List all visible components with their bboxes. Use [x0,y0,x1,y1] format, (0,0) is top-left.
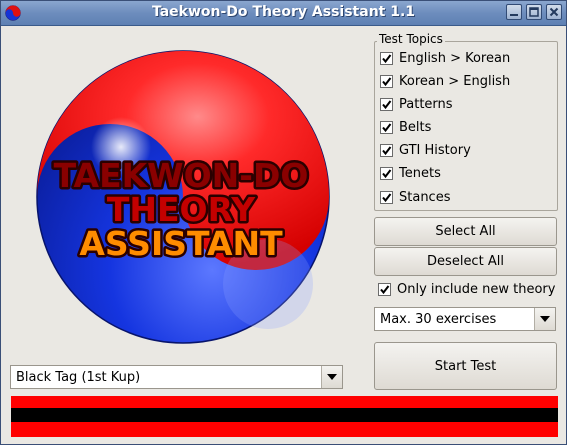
title-bar[interactable]: Taekwon-Do Theory Assistant 1.1 [1,1,566,26]
topic-checkbox-belts[interactable]: Belts [380,117,431,137]
belt-dropdown-button[interactable] [321,366,342,388]
check-icon [382,99,392,109]
topic-label: Stances [399,189,451,205]
topic-checkbox-korean-english[interactable]: Korean > English [380,71,510,91]
check-icon [382,53,392,63]
check-icon [382,145,392,155]
topic-checkbox-gti-history[interactable]: GTI History [380,140,471,160]
checkbox-box[interactable] [380,74,393,88]
select-all-button[interactable]: Select All [374,217,557,246]
check-icon [382,122,392,132]
checkbox-box[interactable] [380,120,393,134]
exercises-dropdown-button[interactable] [534,308,555,330]
belt-stripe-red-bottom [11,422,558,437]
checkbox-box[interactable] [380,166,393,180]
only-new-theory-label: Only include new theory [397,281,556,297]
exercises-value: Max. 30 exercises [380,312,497,327]
belt-value: Black Tag (1st Kup) [16,370,141,385]
minimize-icon [510,14,518,16]
check-icon [382,168,392,178]
belt-stripe-red-top [11,396,558,408]
chevron-down-icon [327,374,337,380]
topic-checkbox-patterns[interactable]: Patterns [380,94,453,114]
check-icon [380,284,390,294]
topic-checkbox-tenets[interactable]: Tenets [380,163,441,183]
minimize-button[interactable] [506,4,522,20]
app-logo: TAEKWON-DO THEORY ASSISTANT [36,50,330,344]
close-button[interactable] [546,4,562,20]
deselect-all-button[interactable]: Deselect All [374,247,557,276]
checkbox-box[interactable] [380,190,393,204]
logo-line-3: ASSISTANT [79,224,283,263]
topic-label: Patterns [399,96,453,112]
topic-checkbox-english-korean[interactable]: English > Korean [380,48,510,68]
topic-label: Tenets [399,165,441,181]
exercises-select[interactable]: Max. 30 exercises [374,307,556,331]
checkbox-box[interactable] [380,143,393,157]
check-icon [382,76,392,86]
maximize-button[interactable] [526,4,542,20]
test-topics-label: Test Topics [377,32,445,46]
belt-graphic [11,396,558,437]
topic-label: Korean > English [399,73,511,89]
topic-label: English > Korean [399,50,511,66]
belt-stripe-black [11,408,558,422]
main-window: Taekwon-Do Theory Assistant 1.1 TAEKWON-… [0,0,567,445]
close-icon [549,7,559,17]
check-icon [382,192,392,202]
checkbox-box[interactable] [380,51,393,65]
checkbox-box[interactable] [378,282,391,296]
belt-select[interactable]: Black Tag (1st Kup) [10,365,343,389]
topic-checkbox-stances[interactable]: Stances [380,187,450,207]
checkbox-box[interactable] [380,97,393,111]
window-title: Taekwon-Do Theory Assistant 1.1 [151,4,416,20]
topic-label: GTI History [399,142,471,158]
maximize-icon [529,7,539,17]
chevron-down-icon [540,316,550,322]
only-new-theory-checkbox[interactable]: Only include new theory [378,279,555,299]
topic-label: Belts [399,119,432,135]
start-test-button[interactable]: Start Test [374,342,557,390]
